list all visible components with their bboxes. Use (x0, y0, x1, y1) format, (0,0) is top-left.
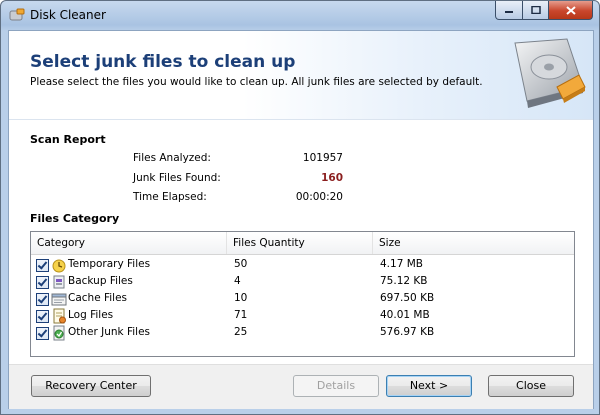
size-cell: 697.50 KB (380, 292, 435, 304)
close-window-button[interactable] (549, 1, 593, 20)
scan-report-heading: Scan Report (30, 133, 106, 146)
size-cell: 40.01 MB (380, 309, 430, 321)
size-cell: 75.12 KB (380, 275, 428, 287)
close-icon (565, 5, 576, 15)
files-analyzed-value: 101957 (302, 152, 343, 164)
list-item[interactable]: Cache Files 10 697.50 KB (31, 291, 574, 308)
close-button[interactable]: Close (488, 375, 574, 397)
disk-cleaner-window: Disk Cleaner Select junk files to clean … (0, 0, 600, 415)
list-item[interactable]: Log Files 71 40.01 MB (31, 308, 574, 325)
category-cell: Temporary Files (68, 258, 151, 270)
hard-disk-icon (514, 38, 586, 108)
minimize-button[interactable] (495, 1, 523, 20)
category-cell: Other Junk Files (68, 326, 151, 338)
size-cell: 4.17 MB (380, 258, 423, 270)
window-controls (495, 1, 593, 20)
header-banner: Select junk files to clean up Please sel… (9, 31, 593, 120)
page-subtitle: Please select the files you would like t… (30, 76, 483, 88)
quantity-cell: 4 (234, 275, 241, 287)
column-header-files-quantity[interactable]: Files Quantity (227, 232, 373, 254)
quantity-cell: 10 (234, 292, 248, 304)
dialog-body: Select junk files to clean up Please sel… (8, 30, 594, 409)
time-elapsed-label: Time Elapsed: (133, 191, 207, 203)
window-title: Disk Cleaner (30, 8, 106, 22)
next-button[interactable]: Next > (386, 375, 472, 397)
temporary-files-icon (52, 259, 66, 273)
junk-files-found-label: Junk Files Found: (133, 172, 221, 184)
backup-files-icon (53, 275, 65, 289)
category-cell: Log Files (68, 309, 114, 321)
checkbox-log-files[interactable] (36, 310, 49, 323)
button-bar: Recovery Center Details Next > Close (9, 364, 593, 409)
title-bar[interactable]: Disk Cleaner (1, 1, 599, 31)
cache-files-icon (51, 293, 67, 306)
column-header-size[interactable]: Size (373, 232, 574, 254)
quantity-cell: 50 (234, 258, 248, 270)
category-cell: Cache Files (68, 292, 128, 304)
maximize-button[interactable] (523, 1, 549, 20)
list-item[interactable]: Backup Files 4 75.12 KB (31, 274, 574, 291)
files-category-list[interactable]: Category Files Quantity Size Temporary F… (30, 231, 575, 357)
list-item[interactable]: Other Junk Files 25 576.97 KB (31, 325, 574, 342)
category-cell: Backup Files (68, 275, 133, 287)
quantity-cell: 25 (234, 326, 248, 338)
recovery-center-button[interactable]: Recovery Center (31, 375, 151, 397)
log-files-icon (53, 308, 66, 324)
quantity-cell: 71 (234, 309, 248, 321)
size-cell: 576.97 KB (380, 326, 435, 338)
junk-files-found-value: 160 (321, 172, 343, 184)
list-header: Category Files Quantity Size (31, 232, 574, 255)
maximize-icon (530, 6, 541, 14)
files-analyzed-label: Files Analyzed: (133, 152, 211, 164)
checkbox-other-junk-files[interactable] (36, 327, 49, 340)
files-category-heading: Files Category (30, 212, 120, 225)
disk-cleaner-app-icon (9, 8, 25, 21)
checkbox-backup-files[interactable] (36, 276, 49, 289)
page-title: Select junk files to clean up (30, 52, 296, 72)
other-junk-files-icon (53, 325, 65, 341)
column-header-category[interactable]: Category (31, 232, 227, 254)
minimize-icon (505, 11, 513, 13)
details-button[interactable]: Details (293, 375, 379, 397)
checkbox-cache-files[interactable] (36, 293, 49, 306)
time-elapsed-value: 00:00:20 (295, 191, 343, 203)
list-item[interactable]: Temporary Files 50 4.17 MB (31, 257, 574, 274)
checkbox-temporary-files[interactable] (36, 259, 49, 272)
